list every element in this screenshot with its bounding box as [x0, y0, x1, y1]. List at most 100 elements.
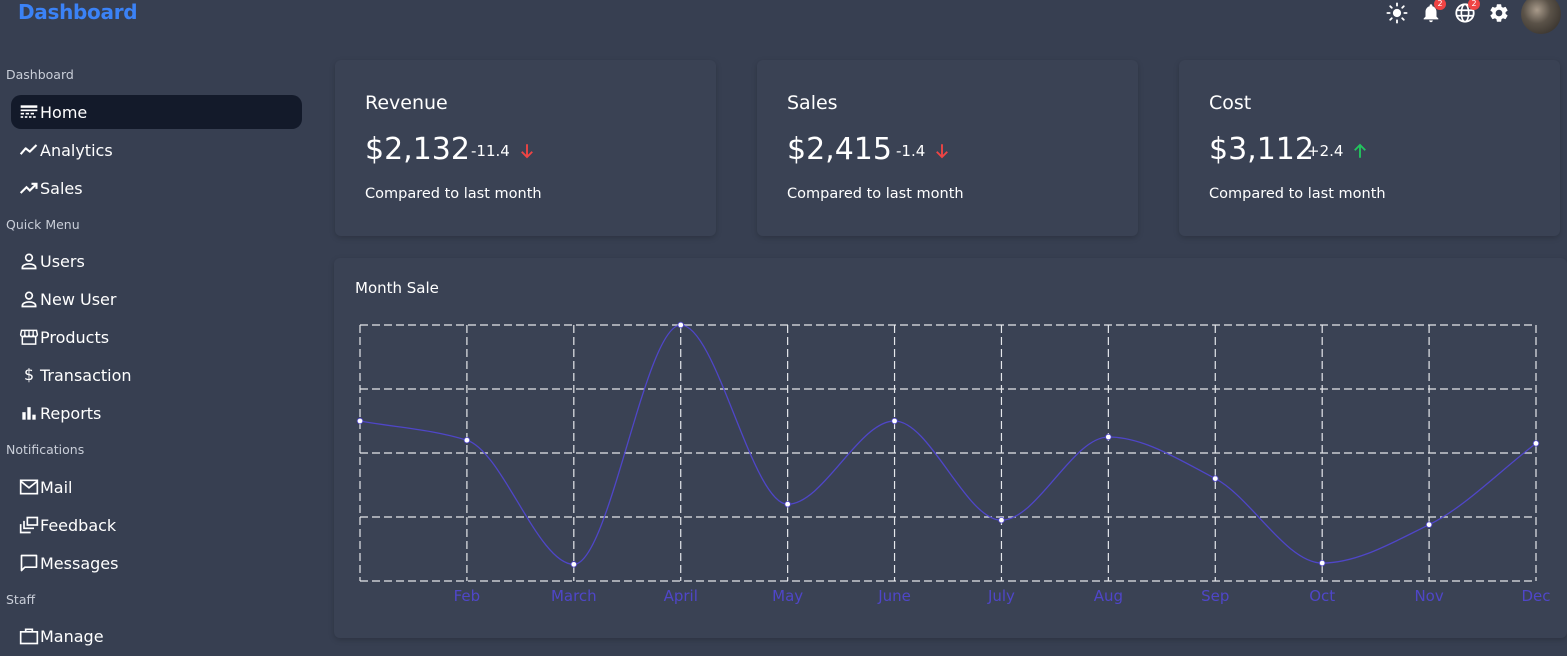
sidebar-item-label: Analytics — [40, 140, 113, 160]
language-badge: 2 — [1468, 0, 1480, 10]
x-tick-label: July — [987, 587, 1015, 605]
dynamic-feed-icon — [18, 514, 40, 536]
work-icon — [18, 625, 40, 647]
card-rate-value: -11.4 — [471, 142, 510, 160]
sidebar-item-new-user[interactable]: New User — [11, 282, 302, 316]
x-tick-label: Oct — [1309, 587, 1335, 605]
card-rate-value: +2.4 — [1307, 142, 1344, 160]
sidebar-item-manage[interactable]: Manage — [11, 619, 302, 653]
sidebar-item-label: Manage — [40, 626, 104, 646]
settings-icon[interactable] — [1488, 2, 1510, 24]
user-avatar[interactable] — [1521, 0, 1561, 34]
card-subtitle: Compared to last month — [1209, 186, 1386, 202]
x-tick-label: May — [772, 587, 803, 605]
card-rate: +2.4 — [1307, 142, 1369, 160]
card-value: $2,132 — [365, 132, 470, 167]
card-rate: -1.4 — [896, 142, 951, 160]
revenue-card: Revenue $2,132 -11.4 Compared to last mo… — [335, 60, 716, 236]
section-title-quick-menu: Quick Menu — [6, 217, 80, 232]
dollar-icon: $ — [18, 364, 40, 386]
chat-bubble-icon — [18, 552, 40, 574]
data-point — [463, 436, 471, 444]
sidebar-item-sales[interactable]: Sales — [11, 171, 302, 205]
data-point — [1425, 521, 1433, 528]
x-tick-label: March — [551, 587, 597, 605]
user-icon — [18, 250, 40, 272]
card-subtitle: Compared to last month — [365, 186, 542, 202]
home-line-icon — [18, 101, 40, 123]
sidebar-item-messages[interactable]: Messages — [11, 546, 302, 580]
brand-logo[interactable]: Dashboard — [18, 0, 138, 24]
section-title-dashboard: Dashboard — [6, 67, 74, 82]
sidebar-item-reports[interactable]: Reports — [11, 396, 302, 430]
card-title: Cost — [1209, 92, 1252, 114]
sidebar-item-users[interactable]: Users — [11, 244, 302, 278]
data-point — [570, 561, 578, 568]
data-point — [998, 517, 1005, 524]
data-point — [891, 417, 898, 425]
x-axis-ticks: Feb March April May June July Aug Sep Oct Nov Dec — [454, 587, 1551, 605]
notifications-icon[interactable]: 2 — [1420, 0, 1446, 24]
card-rate: -11.4 — [471, 142, 536, 160]
sidebar-item-label: Transaction — [40, 365, 132, 385]
sidebar-item-transaction[interactable]: $ Transaction — [11, 358, 302, 392]
month-sale-chart-card: Month Sale Feb March April May June July Aug Se… — [334, 258, 1567, 638]
sidebar-item-mail[interactable]: Mail — [11, 470, 302, 504]
chart-grid — [359, 324, 1537, 582]
notification-badge: 2 — [1434, 0, 1446, 10]
data-point — [784, 500, 791, 508]
arrow-up-icon — [1354, 143, 1367, 158]
sidebar-item-products[interactable]: Products — [11, 320, 302, 354]
language-icon[interactable]: 2 — [1454, 0, 1480, 24]
timeline-icon — [18, 139, 40, 161]
sidebar-item-home[interactable]: Home — [11, 95, 302, 129]
card-rate-value: -1.4 — [896, 142, 926, 160]
sidebar-item-label: Messages — [40, 553, 119, 573]
sidebar-item-label: Sales — [40, 178, 83, 198]
x-tick-label: April — [664, 587, 698, 605]
storefront-icon — [18, 326, 40, 348]
card-title: Sales — [787, 92, 838, 114]
series-line — [359, 324, 1537, 566]
sidebar-item-analytics[interactable]: Analytics — [11, 133, 302, 167]
x-tick-label: Aug — [1094, 587, 1123, 605]
section-title-notifications: Notifications — [6, 442, 85, 457]
data-point — [356, 417, 364, 425]
arrow-down-icon — [520, 144, 533, 159]
trending-up-icon — [18, 177, 40, 199]
data-point — [1532, 440, 1540, 447]
sidebar-item-label: Reports — [40, 403, 102, 423]
theme-toggle-icon[interactable] — [1386, 2, 1408, 24]
data-point — [1105, 433, 1112, 441]
data-point — [677, 321, 684, 329]
mail-icon — [18, 476, 40, 498]
sidebar-item-feedback[interactable]: Feedback — [11, 508, 302, 542]
sidebar-item-label: Products — [40, 327, 110, 347]
top-bar: Dashboard 2 2 — [0, 0, 1567, 34]
month-sale-chart: Feb March April May June July Aug Sep Oct Nov Dec — [356, 321, 1551, 605]
sidebar-item-label: Home — [40, 102, 88, 122]
sidebar-item-label: Feedback — [40, 515, 117, 535]
data-point — [1318, 559, 1326, 567]
x-tick-label: Nov — [1414, 587, 1443, 605]
sidebar-item-label: Mail — [40, 477, 73, 497]
card-value: $2,415 — [787, 132, 892, 167]
x-tick-label: June — [877, 587, 911, 605]
card-value: $3,112 — [1209, 132, 1314, 167]
card-title: Revenue — [365, 92, 448, 114]
data-point — [1212, 475, 1219, 482]
sidebar-item-label: New User — [40, 289, 117, 309]
section-title-staff: Staff — [6, 592, 36, 607]
sidebar-item-label: Users — [40, 251, 85, 271]
arrow-down-icon — [936, 144, 949, 159]
svg-text:$: $ — [24, 365, 34, 384]
x-tick-label: Feb — [454, 587, 481, 605]
chart-points — [356, 321, 1540, 568]
x-tick-label: Sep — [1201, 587, 1229, 605]
user-icon — [18, 288, 40, 310]
sales-card: Sales $2,415 -1.4 Compared to last month — [757, 60, 1138, 236]
bar-chart-icon — [18, 402, 40, 424]
x-tick-label: Dec — [1521, 587, 1550, 605]
cost-card: Cost $3,112 +2.4 Compared to last month — [1179, 60, 1560, 236]
card-subtitle: Compared to last month — [787, 186, 964, 202]
